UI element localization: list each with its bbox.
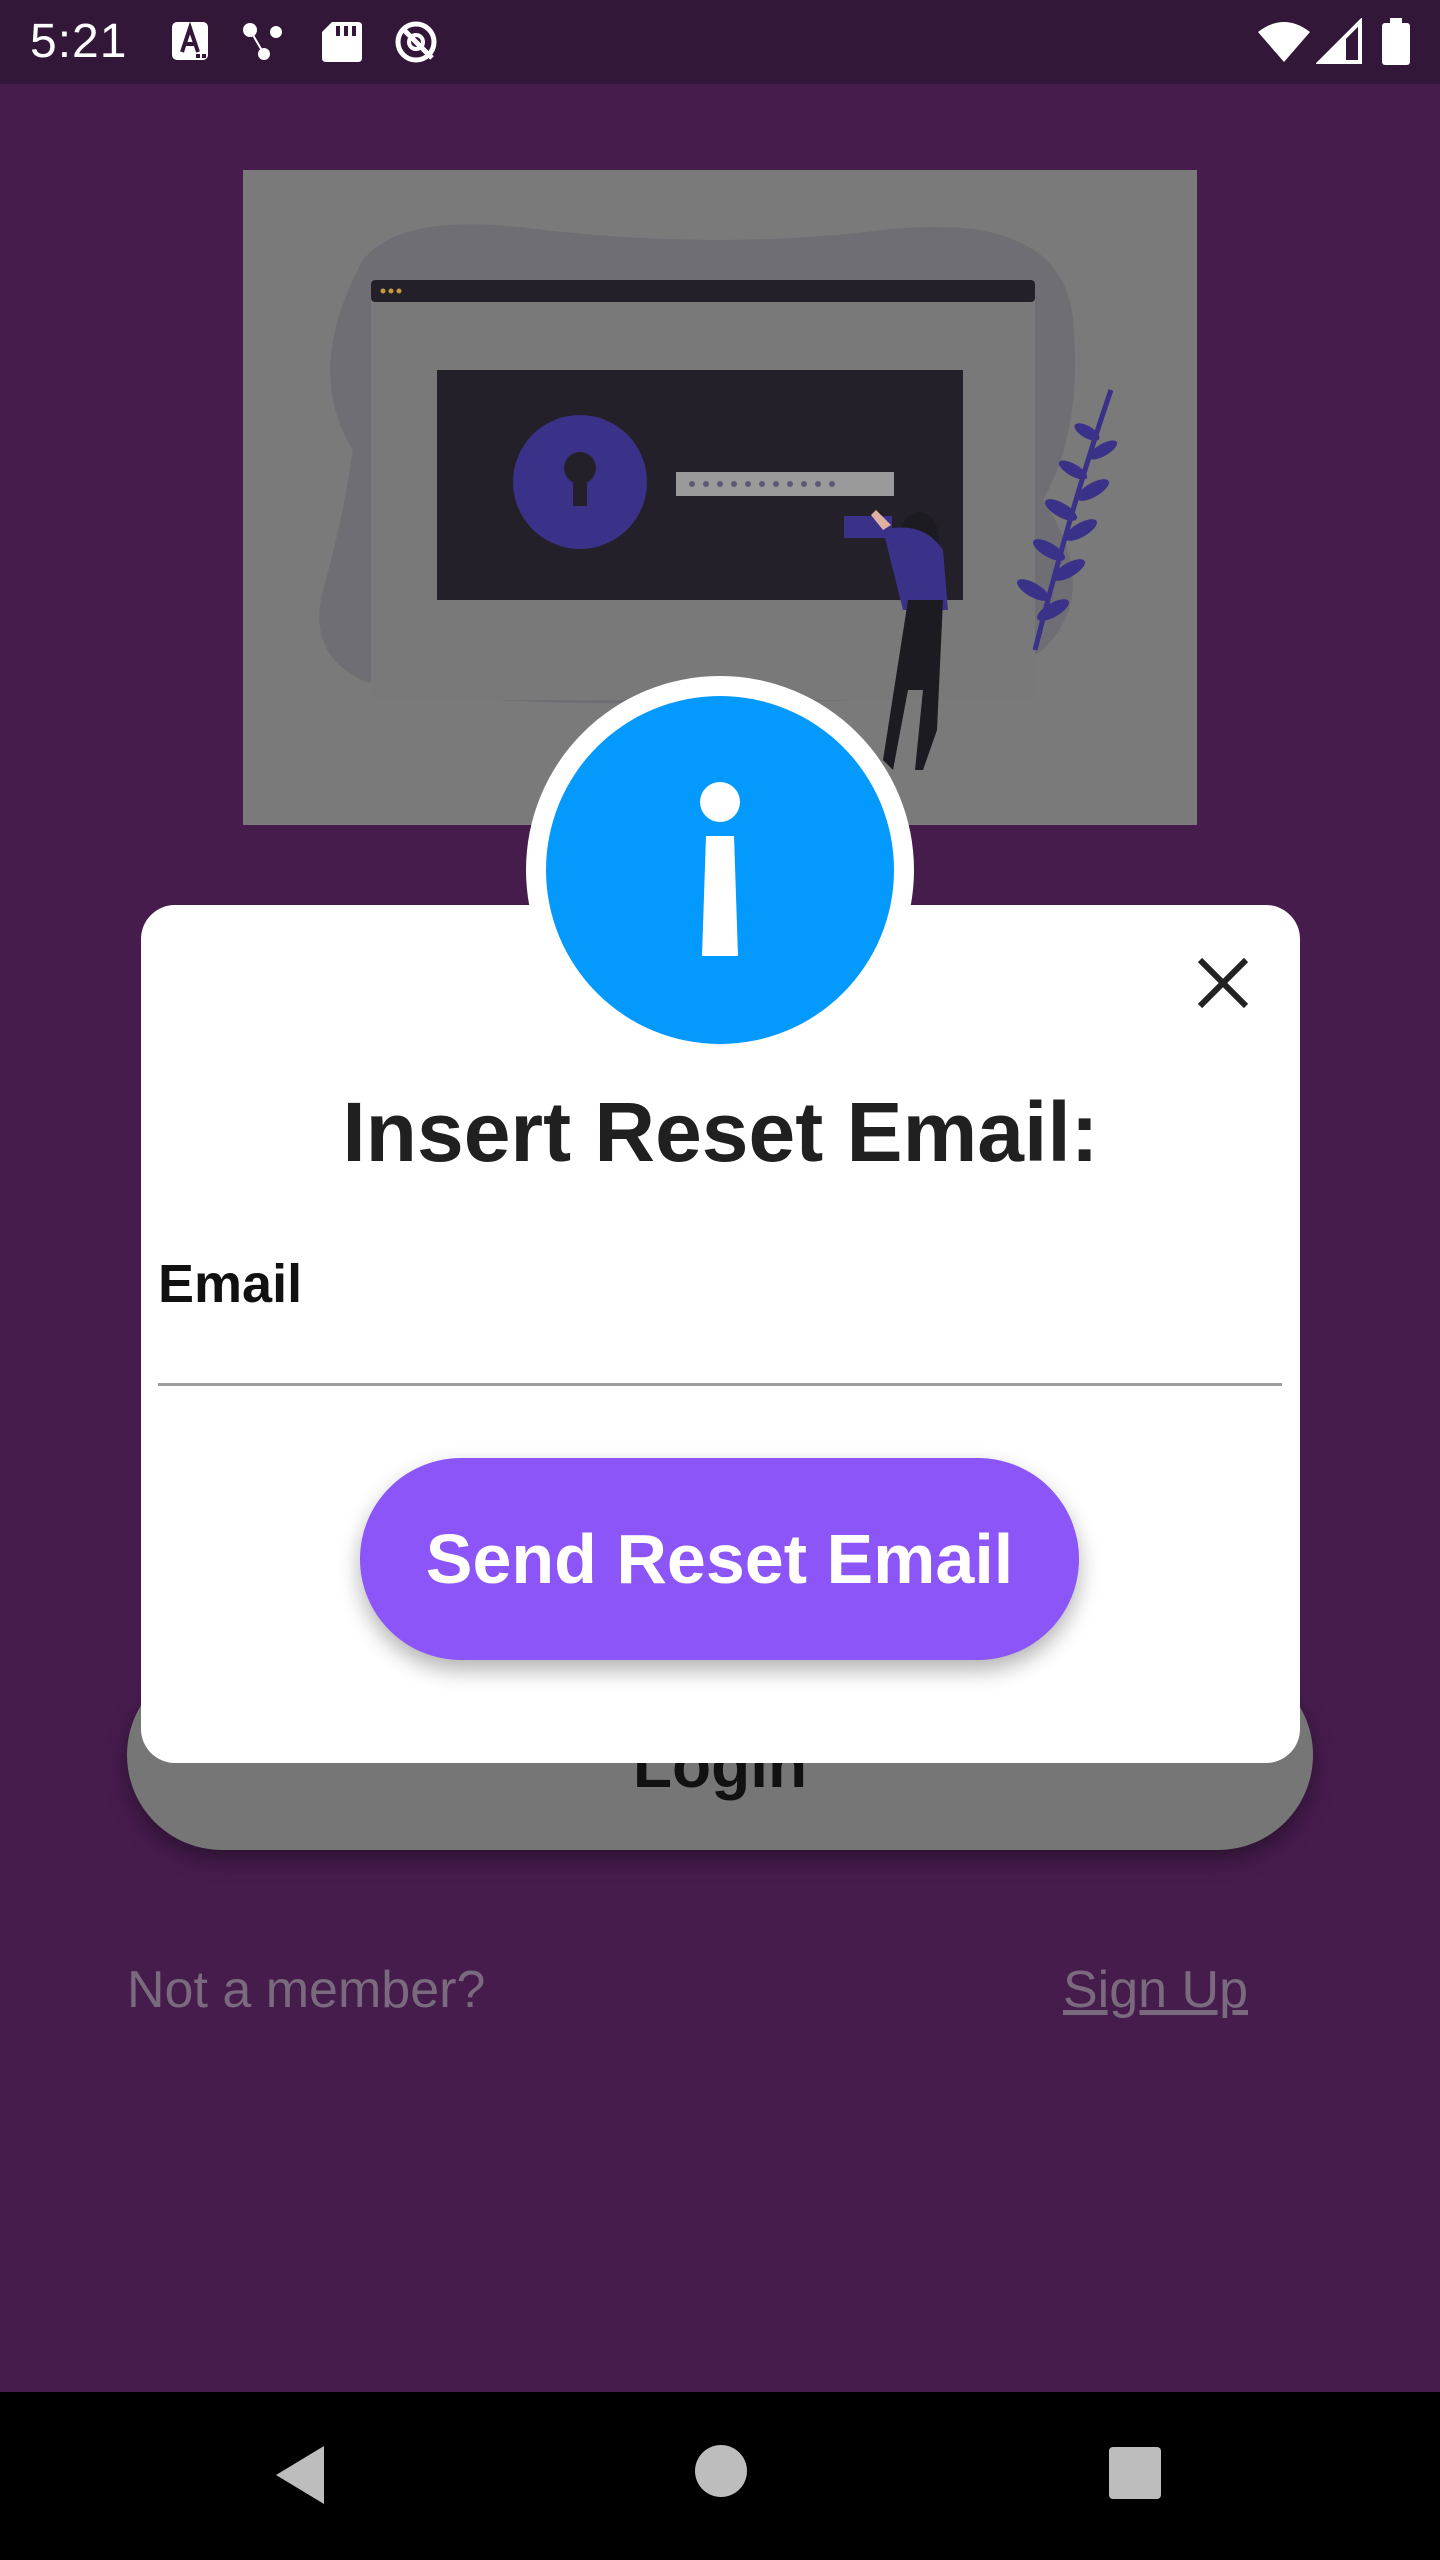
wifi-icon	[1258, 22, 1310, 62]
status-bar: 5:21	[0, 0, 1440, 84]
no-location-icon	[395, 21, 437, 63]
app-a-icon	[172, 21, 208, 60]
nodes-icon	[243, 23, 282, 60]
back-icon[interactable]	[270, 2442, 330, 2508]
not-member-text: Not a member?	[127, 1961, 486, 2019]
navigation-bar	[0, 2392, 1440, 2560]
sd-card-icon	[322, 22, 362, 62]
signal-icon	[1316, 18, 1362, 64]
email-label: Email	[158, 1254, 303, 1314]
sign-up-link[interactable]: Sign Up	[1063, 1958, 1248, 2022]
recents-icon[interactable]	[1108, 2446, 1162, 2500]
battery-icon	[1382, 18, 1410, 65]
email-field[interactable]	[158, 1320, 1282, 1386]
home-icon[interactable]	[694, 2444, 748, 2498]
dialog-title: Insert Reset Email:	[342, 1085, 1099, 1179]
close-icon[interactable]	[1190, 950, 1256, 1016]
send-reset-email-button[interactable]: Send Reset Email	[360, 1458, 1079, 1660]
status-time: 5:21	[30, 15, 128, 68]
send-reset-email-label: Send Reset Email	[425, 1520, 1014, 1598]
info-icon	[700, 782, 740, 956]
info-badge	[546, 696, 894, 1044]
